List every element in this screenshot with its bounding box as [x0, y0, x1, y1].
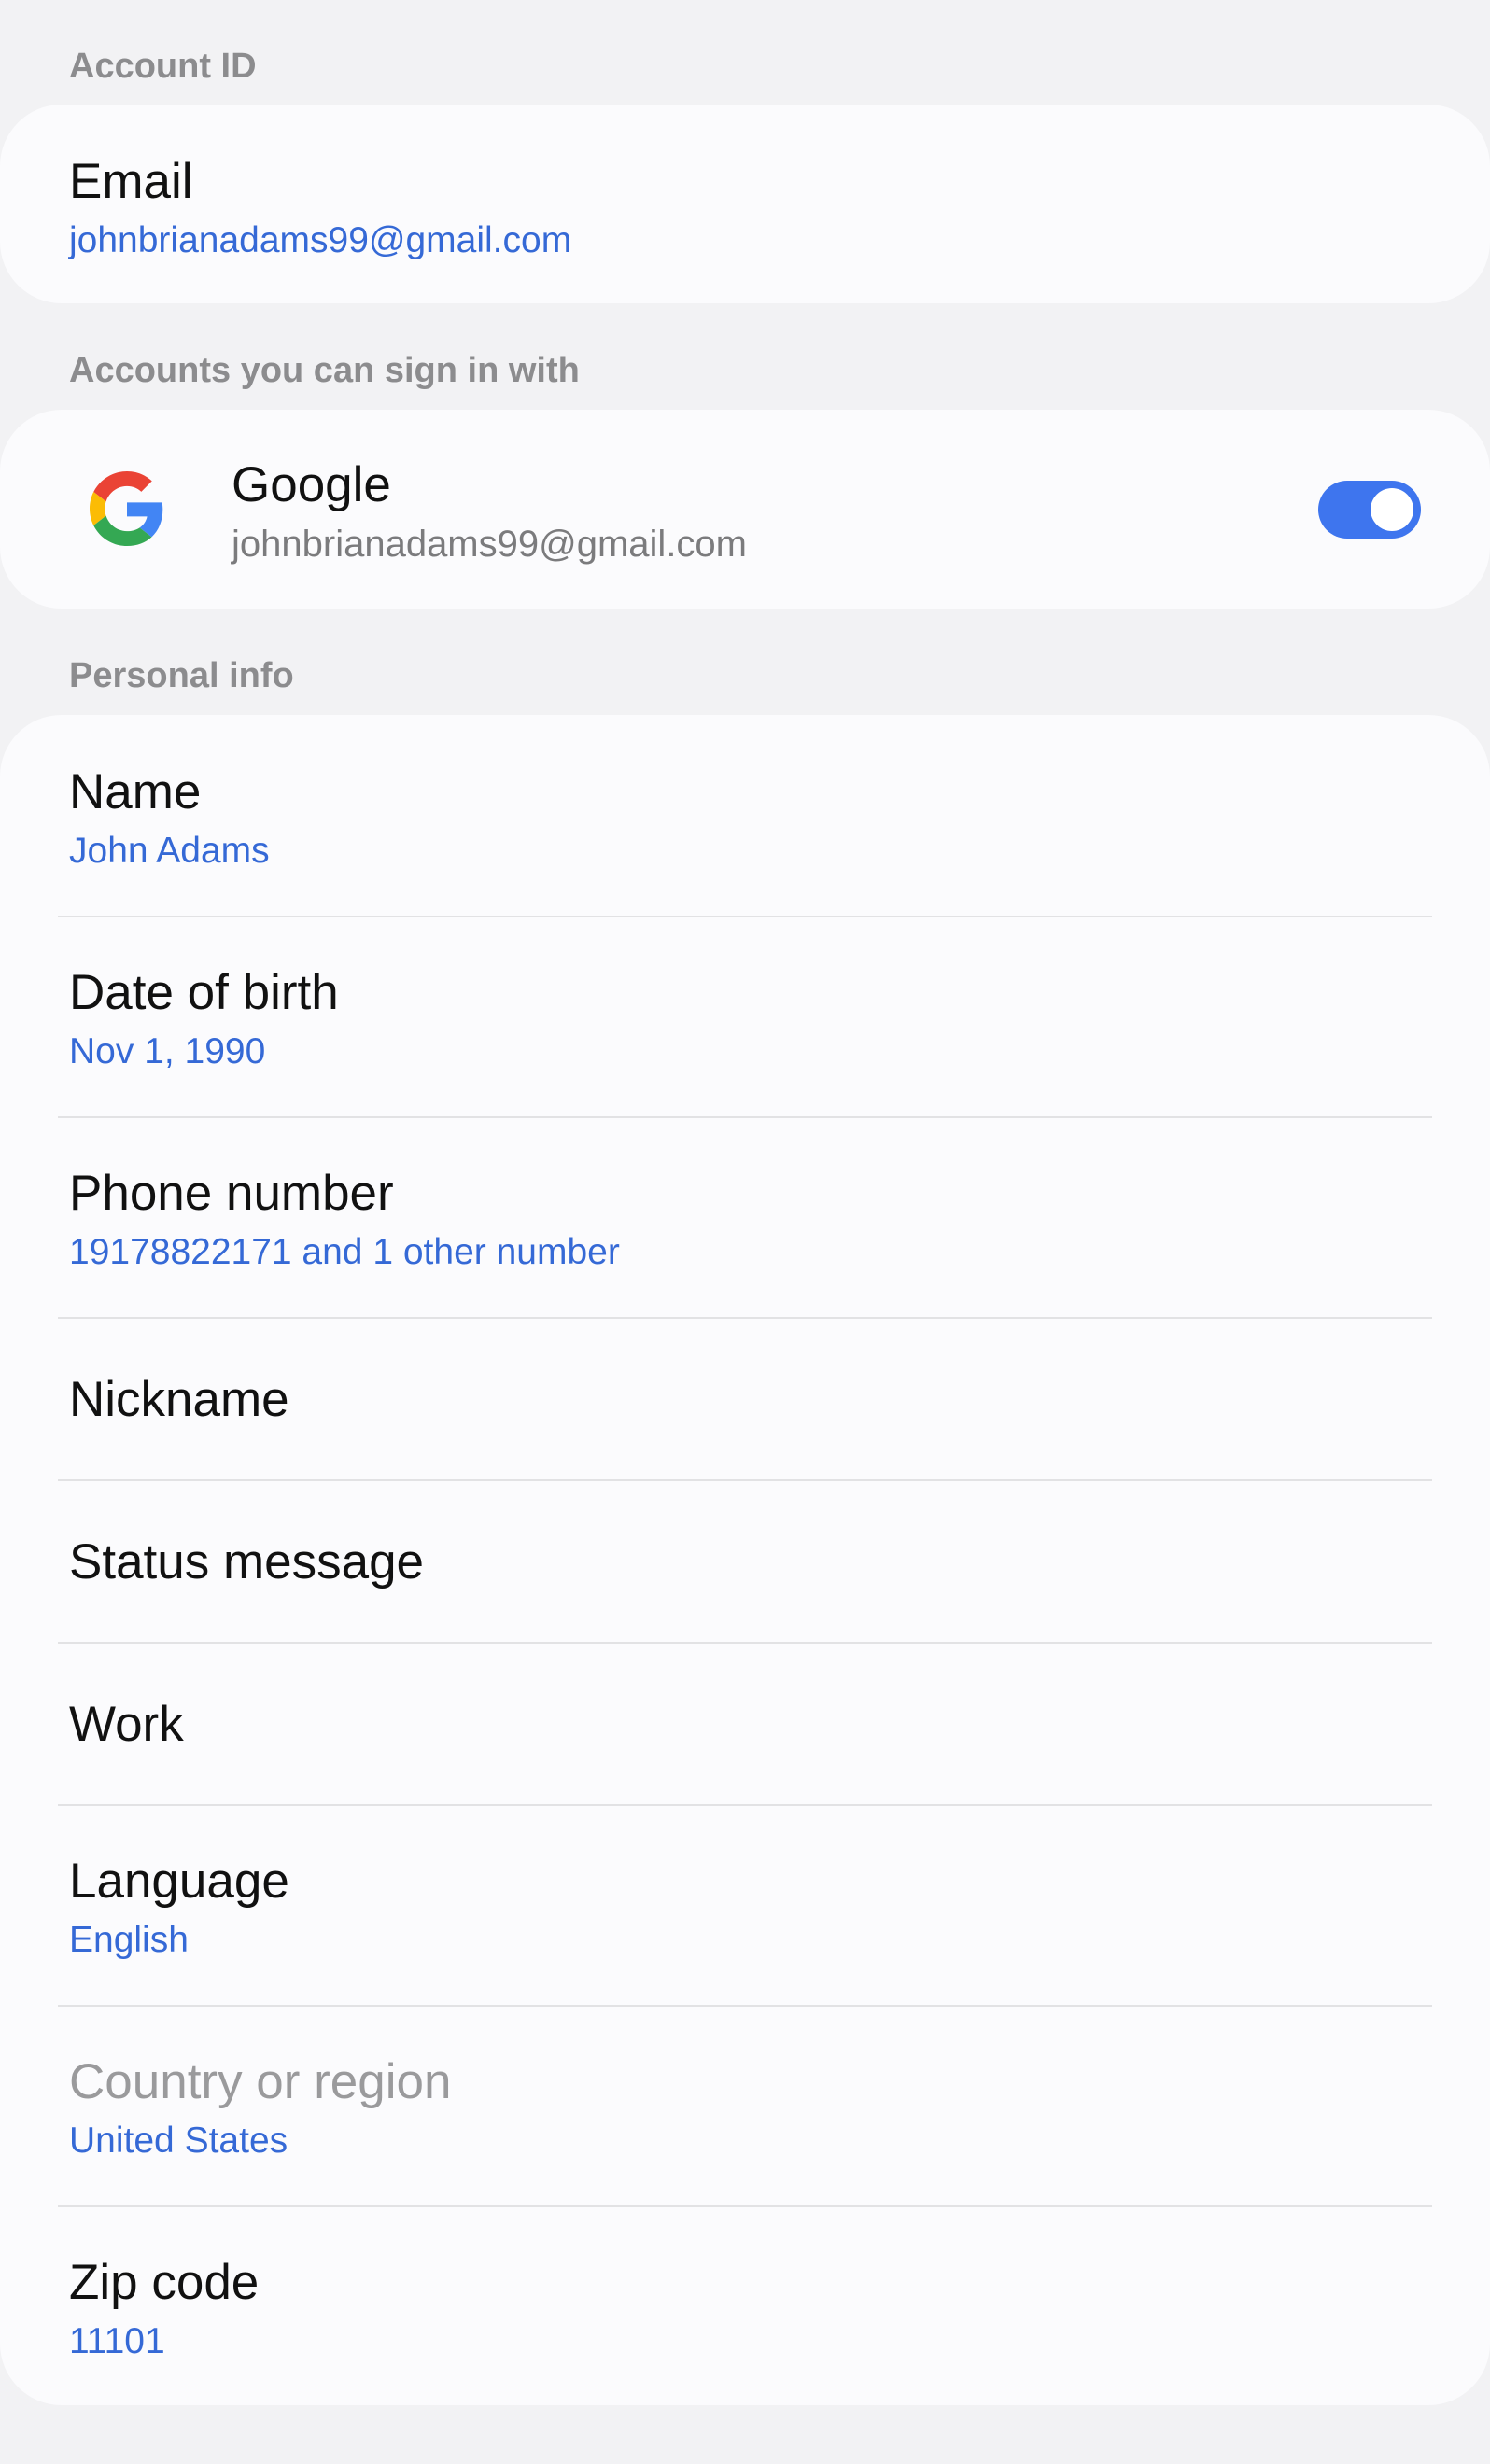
google-sign-in-toggle[interactable]	[1318, 481, 1421, 539]
google-g-icon	[90, 471, 163, 546]
name-title: Name	[69, 764, 202, 819]
account-id-card[interactable]: Email johnbrianadams99@gmail.com	[0, 105, 1490, 303]
google-provider-name: Google	[232, 457, 391, 512]
phone-number-value: 19178822171 and 1 other number	[69, 1232, 620, 1272]
zip-code-value: 11101	[69, 2321, 165, 2361]
toggle-knob	[1371, 488, 1413, 531]
personal-info-item-zip-code[interactable]: Zip code 11101	[0, 2207, 1490, 2405]
email-value: johnbrianadams99@gmail.com	[69, 220, 572, 260]
personal-info-item-status-message[interactable]: Status message	[0, 1481, 1490, 1642]
email-title: Email	[69, 154, 193, 209]
personal-info-item-phone-number[interactable]: Phone number 19178822171 and 1 other num…	[0, 1118, 1490, 1318]
status-message-title: Status message	[69, 1534, 425, 1589]
google-provider-email: johnbrianadams99@gmail.com	[232, 524, 747, 565]
nickname-title: Nickname	[69, 1372, 289, 1427]
work-title: Work	[69, 1697, 184, 1752]
date-of-birth-title: Date of birth	[69, 965, 339, 1020]
country-or-region-value: United States	[69, 2121, 288, 2161]
sign-in-card[interactable]: Google johnbrianadams99@gmail.com	[0, 410, 1490, 609]
date-of-birth-value: Nov 1, 1990	[69, 1031, 266, 1071]
language-title: Language	[69, 1854, 289, 1909]
country-or-region-title: Country or region	[69, 2054, 452, 2109]
personal-info-item-name[interactable]: Name John Adams	[0, 715, 1490, 917]
section-header-sign-in: Accounts you can sign in with	[69, 351, 580, 390]
section-header-personal-info: Personal info	[69, 656, 294, 695]
phone-number-title: Phone number	[69, 1166, 394, 1221]
section-header-account-id: Account ID	[69, 47, 257, 86]
personal-info-item-nickname[interactable]: Nickname	[0, 1319, 1490, 1479]
personal-info-item-country-or-region: Country or region United States	[0, 2007, 1490, 2206]
personal-info-item-work[interactable]: Work	[0, 1644, 1490, 1804]
name-value: John Adams	[69, 831, 270, 871]
personal-info-item-date-of-birth[interactable]: Date of birth Nov 1, 1990	[0, 917, 1490, 1117]
zip-code-title: Zip code	[69, 2255, 260, 2310]
personal-info-item-language[interactable]: Language English	[0, 1806, 1490, 2006]
language-value: English	[69, 1920, 189, 1960]
